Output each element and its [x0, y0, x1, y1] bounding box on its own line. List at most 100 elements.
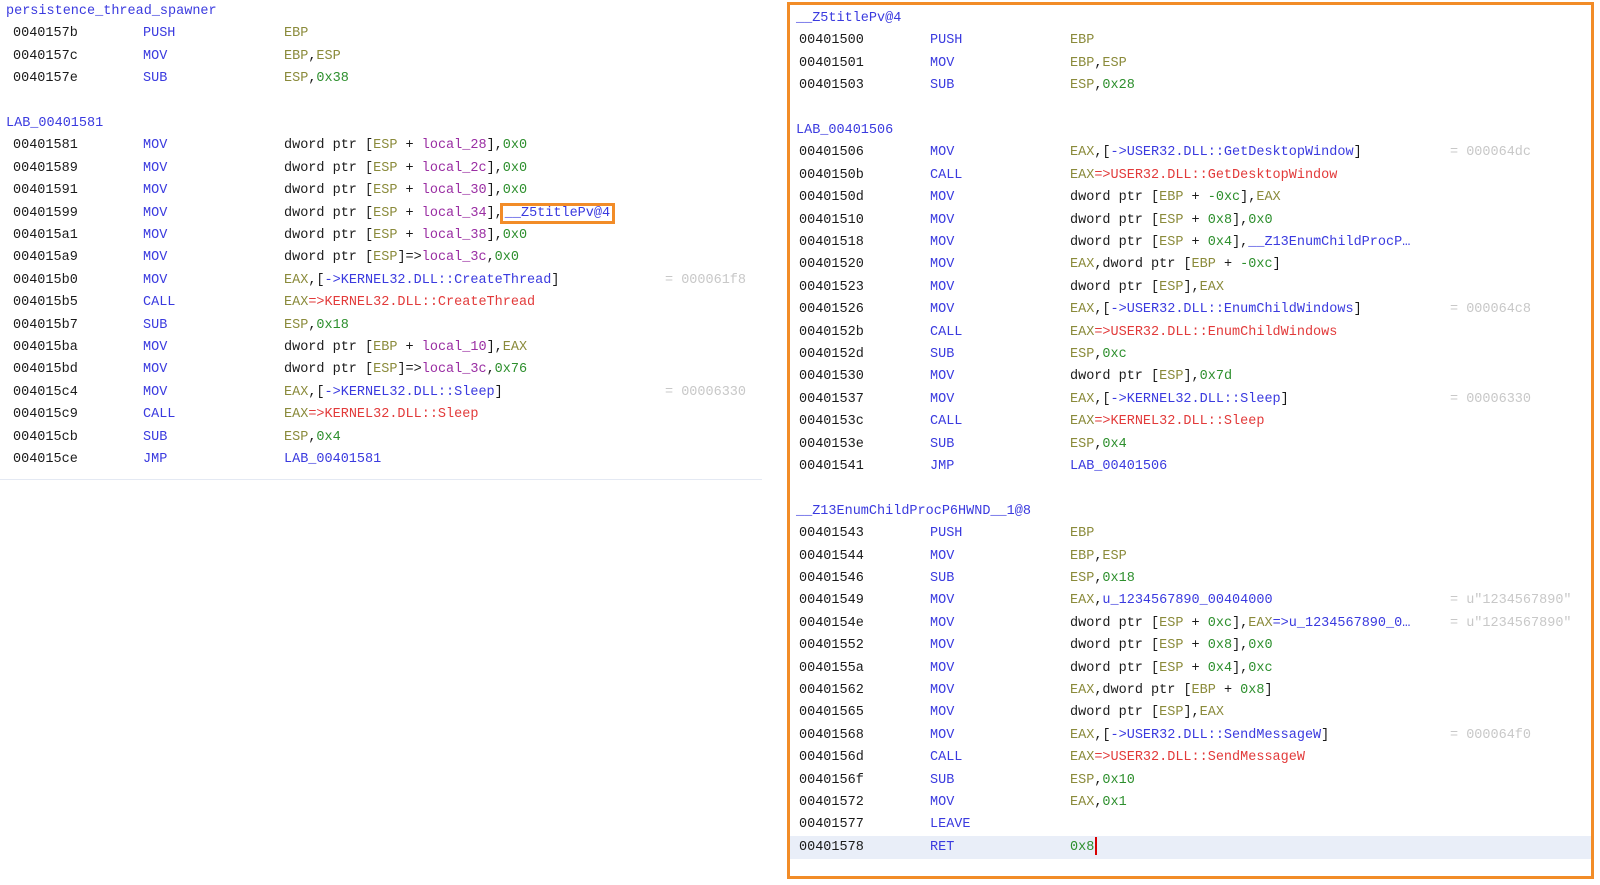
- instruction-operands[interactable]: dword ptr [ESP + 0x4],0xc: [1070, 657, 1273, 680]
- operand-local-variable[interactable]: local_3c: [422, 250, 487, 265]
- operand-local-variable[interactable]: local_3c: [422, 362, 487, 377]
- instruction-mnemonic[interactable]: PUSH: [930, 29, 962, 52]
- instruction-operands[interactable]: dword ptr [ESP],EAX: [1070, 276, 1224, 299]
- operand-call-target[interactable]: =>KERNEL32.DLL::Sleep: [308, 407, 478, 422]
- instruction-address[interactable]: 00401543: [799, 522, 864, 545]
- instruction-operands[interactable]: ESP,0x4: [1070, 433, 1127, 456]
- instruction-operands[interactable]: EAX,[->USER32.DLL::SendMessageW]: [1070, 724, 1329, 747]
- instruction-row[interactable]: 004015ba MOV dword ptr [EBP + local_10],EA…: [0, 336, 762, 359]
- instruction-operands[interactable]: dword ptr [ESP + 0xc],EAX=>u_1234567890_…: [1070, 612, 1410, 635]
- instruction-mnemonic[interactable]: LEAVE: [930, 813, 971, 836]
- instruction-operands[interactable]: ESP,0x28: [1070, 74, 1135, 97]
- instruction-mnemonic[interactable]: SUB: [143, 67, 167, 90]
- instruction-mnemonic[interactable]: MOV: [143, 134, 167, 157]
- instruction-mnemonic[interactable]: MOV: [930, 209, 954, 232]
- instruction-address[interactable]: 004015a1: [13, 224, 78, 247]
- instruction-row[interactable]: 00401546 SUB ESP,0x18: [790, 567, 1591, 590]
- operand-number[interactable]: 0x8: [1208, 638, 1232, 653]
- instruction-row[interactable]: 00401510 MOV dword ptr [ESP + 0x8],0x0: [790, 209, 1591, 232]
- operand-register[interactable]: ESP: [1159, 661, 1183, 676]
- operand-call-target[interactable]: =>USER32.DLL::SendMessageW: [1094, 750, 1305, 765]
- instruction-operands[interactable]: EAX=>KERNEL32.DLL::CreateThread: [284, 291, 535, 314]
- operand-number[interactable]: 0x4: [1208, 661, 1232, 676]
- operand-reference[interactable]: =>u_1234567890_0…: [1273, 616, 1411, 631]
- instruction-row[interactable]: 004015ce JMP LAB_00401581: [0, 448, 762, 471]
- instruction-row[interactable]: 004015a9 MOV dword ptr [ESP]=>local_3c,0x0: [0, 246, 762, 269]
- listing-panel-right-highlighted[interactable]: __Z5titlePv@4 00401500 PUSH EBP 00401501 MOV E…: [787, 2, 1594, 879]
- operand-number[interactable]: 0x0: [503, 161, 527, 176]
- instruction-row[interactable]: 00401552 MOV dword ptr [ESP + 0x8],0x0: [790, 634, 1591, 657]
- code-label[interactable]: __Z5titlePv@4: [790, 7, 1591, 30]
- operand-local-variable[interactable]: local_2c: [422, 161, 487, 176]
- operand-register[interactable]: EAX: [284, 273, 308, 288]
- instruction-mnemonic[interactable]: MOV: [143, 45, 167, 68]
- operand-register[interactable]: ESP: [316, 49, 340, 64]
- operand-register[interactable]: EBP: [1192, 257, 1216, 272]
- operand-local-variable[interactable]: local_30: [422, 183, 487, 198]
- operand-register[interactable]: EAX: [1200, 280, 1224, 295]
- operand-register[interactable]: EAX: [1070, 750, 1094, 765]
- instruction-operands[interactable]: EAX,[->KERNEL32.DLL::Sleep]: [1070, 388, 1289, 411]
- instruction-row[interactable]: 00401526 MOV EAX,[->USER32.DLL::EnumChildW…: [790, 298, 1591, 321]
- operand-register[interactable]: EAX: [1248, 616, 1272, 631]
- operand-register[interactable]: ESP: [1159, 213, 1183, 228]
- instruction-row[interactable]: 004015cb SUB ESP,0x4: [0, 426, 762, 449]
- operand-register[interactable]: EAX: [1070, 325, 1094, 340]
- operand-number[interactable]: 0x8: [1240, 683, 1264, 698]
- operand-call-target[interactable]: =>USER32.DLL::GetDesktopWindow: [1094, 168, 1337, 183]
- instruction-mnemonic[interactable]: MOV: [930, 679, 954, 702]
- instruction-operands[interactable]: ESP,0x10: [1070, 769, 1135, 792]
- operand-register[interactable]: EBP: [373, 340, 397, 355]
- instruction-row[interactable]: 0040152d SUB ESP,0xc: [790, 343, 1591, 366]
- instruction-operands[interactable]: dword ptr [ESP + local_34], __Z5titlePv@4: [284, 202, 616, 225]
- instruction-operands[interactable]: EAX,[->USER32.DLL::GetDesktopWindow]: [1070, 141, 1362, 164]
- instruction-row[interactable]: 0040154e MOV dword ptr [ESP + 0xc],EAX=>u_…: [790, 612, 1591, 635]
- operand-reference[interactable]: ->USER32.DLL::GetDesktopWindow: [1111, 145, 1354, 160]
- instruction-address[interactable]: 004015cb: [13, 426, 78, 449]
- instruction-address[interactable]: 004015a9: [13, 246, 78, 269]
- operand-number[interactable]: 0xc: [1102, 347, 1126, 362]
- instruction-operands[interactable]: EAX=>KERNEL32.DLL::Sleep: [1070, 410, 1264, 433]
- instruction-operands[interactable]: EAX,[->KERNEL32.DLL::Sleep]: [284, 381, 503, 404]
- instruction-operands[interactable]: dword ptr [ESP + local_30],0x0: [284, 179, 527, 202]
- instruction-row[interactable]: 00401541 JMP LAB_00401506: [790, 455, 1591, 478]
- instruction-row[interactable]: 00401549 MOV EAX,u_1234567890_00404000 = u"…: [790, 589, 1591, 612]
- instruction-row[interactable]: 004015c4 MOV EAX,[->KERNEL32.DLL::Sleep] = …: [0, 381, 762, 404]
- instruction-mnemonic[interactable]: CALL: [930, 321, 962, 344]
- instruction-row[interactable]: 004015c9 CALL EAX=>KERNEL32.DLL::Sleep: [0, 403, 762, 426]
- operand-number[interactable]: 0x18: [1102, 571, 1134, 586]
- operand-register[interactable]: ESP: [1159, 638, 1183, 653]
- operand-register[interactable]: ESP: [373, 138, 397, 153]
- operand-reference[interactable]: LAB_00401581: [284, 452, 381, 467]
- instruction-operands[interactable]: dword ptr [ESP]=>local_3c,0x76: [284, 358, 527, 381]
- instruction-row[interactable]: 004015b7 SUB ESP,0x18: [0, 314, 762, 337]
- instruction-mnemonic[interactable]: PUSH: [143, 22, 175, 45]
- operand-number[interactable]: 0x1: [1102, 795, 1126, 810]
- instruction-address[interactable]: 00401562: [799, 679, 864, 702]
- instruction-row[interactable]: 00401591 MOV dword ptr [ESP + local_30],0x…: [0, 179, 762, 202]
- instruction-row[interactable]: 00401568 MOV EAX,[->USER32.DLL::SendMessag…: [790, 724, 1591, 747]
- instruction-mnemonic[interactable]: MOV: [930, 612, 954, 635]
- instruction-address[interactable]: 0040152d: [799, 343, 864, 366]
- operand-number[interactable]: -0xc: [1208, 190, 1240, 205]
- instruction-operands[interactable]: dword ptr [EBP + -0xc],EAX: [1070, 186, 1281, 209]
- instruction-operands[interactable]: ESP,0x4: [284, 426, 341, 449]
- operand-number[interactable]: 0x18: [316, 318, 348, 333]
- instruction-address[interactable]: 00401526: [799, 298, 864, 321]
- instruction-operands[interactable]: EBP,ESP: [1070, 52, 1127, 75]
- instruction-operands[interactable]: EAX,0x1: [1070, 791, 1127, 814]
- instruction-mnemonic[interactable]: MOV: [930, 298, 954, 321]
- operand-register[interactable]: EBP: [1070, 33, 1094, 48]
- instruction-address[interactable]: 00401544: [799, 545, 864, 568]
- instruction-row[interactable]: 00401506 MOV EAX,[->USER32.DLL::GetDesktop…: [790, 141, 1591, 164]
- instruction-mnemonic[interactable]: MOV: [930, 186, 954, 209]
- instruction-mnemonic[interactable]: MOV: [930, 276, 954, 299]
- operand-register[interactable]: EBP: [1159, 190, 1183, 205]
- instruction-mnemonic[interactable]: MOV: [143, 202, 167, 225]
- operand-register[interactable]: EAX: [1070, 414, 1094, 429]
- operand-register[interactable]: ESP: [373, 161, 397, 176]
- instruction-address[interactable]: 0040150d: [799, 186, 864, 209]
- instruction-address[interactable]: 00401599: [13, 202, 78, 225]
- instruction-operands[interactable]: EAX,dword ptr [EBP + 0x8]: [1070, 679, 1273, 702]
- instruction-row[interactable]: 0040155a MOV dword ptr [ESP + 0x4],0xc: [790, 657, 1591, 680]
